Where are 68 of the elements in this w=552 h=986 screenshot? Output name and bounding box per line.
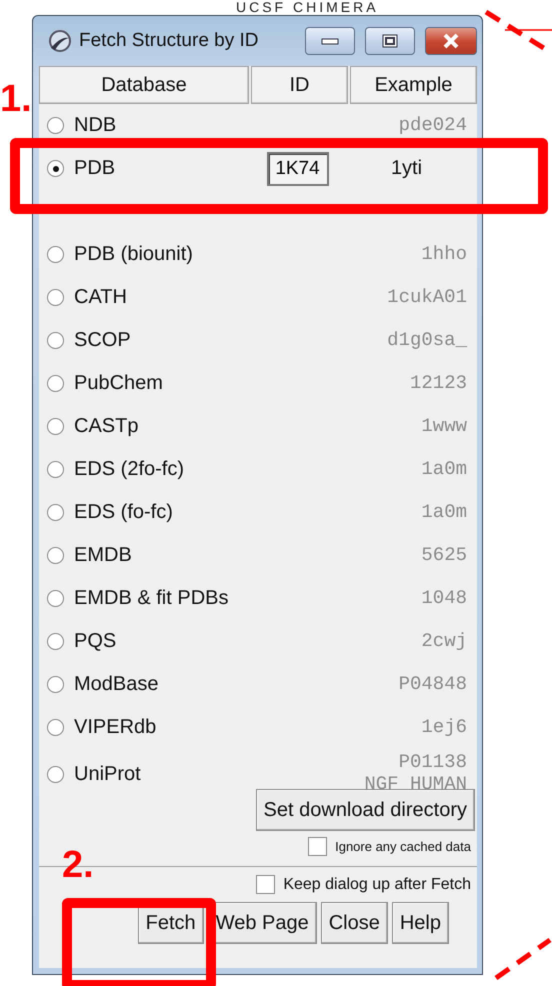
example-id: 1a0m — [420, 502, 468, 524]
id-field[interactable]: 1K74 — [266, 152, 328, 186]
radio-button[interactable] — [47, 504, 64, 521]
dialog-button[interactable]: Close — [320, 902, 388, 944]
database-name: CASTp — [74, 415, 138, 438]
window-title: Fetch Structure by ID — [79, 30, 260, 52]
example-id: 1ej6 — [420, 716, 468, 738]
checkbox-label: Ignore any cached data — [335, 839, 471, 854]
example-id: 1048 — [420, 588, 468, 610]
database-name: UniProt — [74, 762, 141, 786]
radio-button[interactable] — [47, 332, 64, 349]
radio-button[interactable] — [47, 633, 64, 650]
radio-button[interactable] — [47, 117, 64, 134]
dialog-button[interactable]: Help — [392, 902, 449, 944]
leader-line — [505, 28, 552, 32]
database-name: EMDB & fit PDBs — [74, 587, 228, 610]
close-button[interactable] — [425, 27, 477, 55]
example-id: pde024 — [398, 114, 468, 136]
example-id: 1cukA01 — [386, 286, 468, 308]
example-id: 1yti — [390, 157, 424, 180]
example-id: P04848 — [398, 674, 468, 696]
radio-button[interactable] — [47, 375, 64, 392]
database-name: EDS (fo-fc) — [74, 501, 173, 524]
minimize-icon — [321, 37, 339, 45]
radio-button[interactable] — [47, 590, 64, 607]
radio-button[interactable] — [47, 719, 64, 736]
example-id: 2cwj — [420, 630, 468, 652]
minimize-button[interactable] — [305, 27, 355, 55]
column-header[interactable]: ID — [251, 66, 348, 104]
column-header[interactable]: Database — [39, 66, 249, 104]
radio-button[interactable] — [47, 160, 64, 177]
maximize-button[interactable] — [365, 27, 415, 55]
database-name: PDB — [74, 157, 116, 180]
close-icon — [441, 33, 461, 49]
maximize-icon — [382, 34, 398, 48]
checkbox[interactable] — [308, 837, 328, 856]
example-id: d1g0sa_ — [386, 330, 468, 352]
radio-button[interactable] — [47, 766, 64, 782]
database-name: EMDB — [74, 544, 132, 567]
database-name: VIPERdb — [74, 716, 156, 739]
example-id: 1a0m — [420, 458, 468, 480]
database-name: SCOP — [74, 329, 131, 352]
radio-button[interactable] — [47, 418, 64, 435]
radio-button[interactable] — [47, 547, 64, 564]
checkbox[interactable] — [256, 875, 276, 894]
database-name: NDB — [74, 114, 116, 137]
download-directory-button[interactable]: Set download directory — [256, 789, 475, 831]
radio-button[interactable] — [47, 461, 64, 478]
example-id: 1hho — [420, 244, 468, 266]
step-number: 1. — [0, 80, 32, 118]
column-header[interactable]: Example — [350, 66, 477, 104]
radio-button[interactable] — [47, 676, 64, 693]
background-title: UCSF CHIMERA — [236, 0, 379, 15]
database-name: PDB (biounit) — [74, 243, 193, 266]
database-name: EDS (2fo-fc) — [74, 458, 184, 481]
checkbox-label: Keep dialog up after Fetch — [283, 876, 471, 894]
app-icon — [47, 28, 73, 54]
example-id: 1www — [420, 416, 468, 438]
database-name: PubChem — [74, 372, 163, 395]
dashed-line — [494, 938, 552, 980]
radio-button[interactable] — [47, 246, 64, 263]
database-name: PQS — [74, 630, 116, 653]
radio-button[interactable] — [47, 289, 64, 306]
step-number: 2. — [62, 846, 94, 884]
example-id: 12123 — [408, 372, 468, 394]
database-name: CATH — [74, 286, 127, 309]
database-name: ModBase — [74, 673, 158, 696]
example-id: 5625 — [420, 544, 468, 566]
